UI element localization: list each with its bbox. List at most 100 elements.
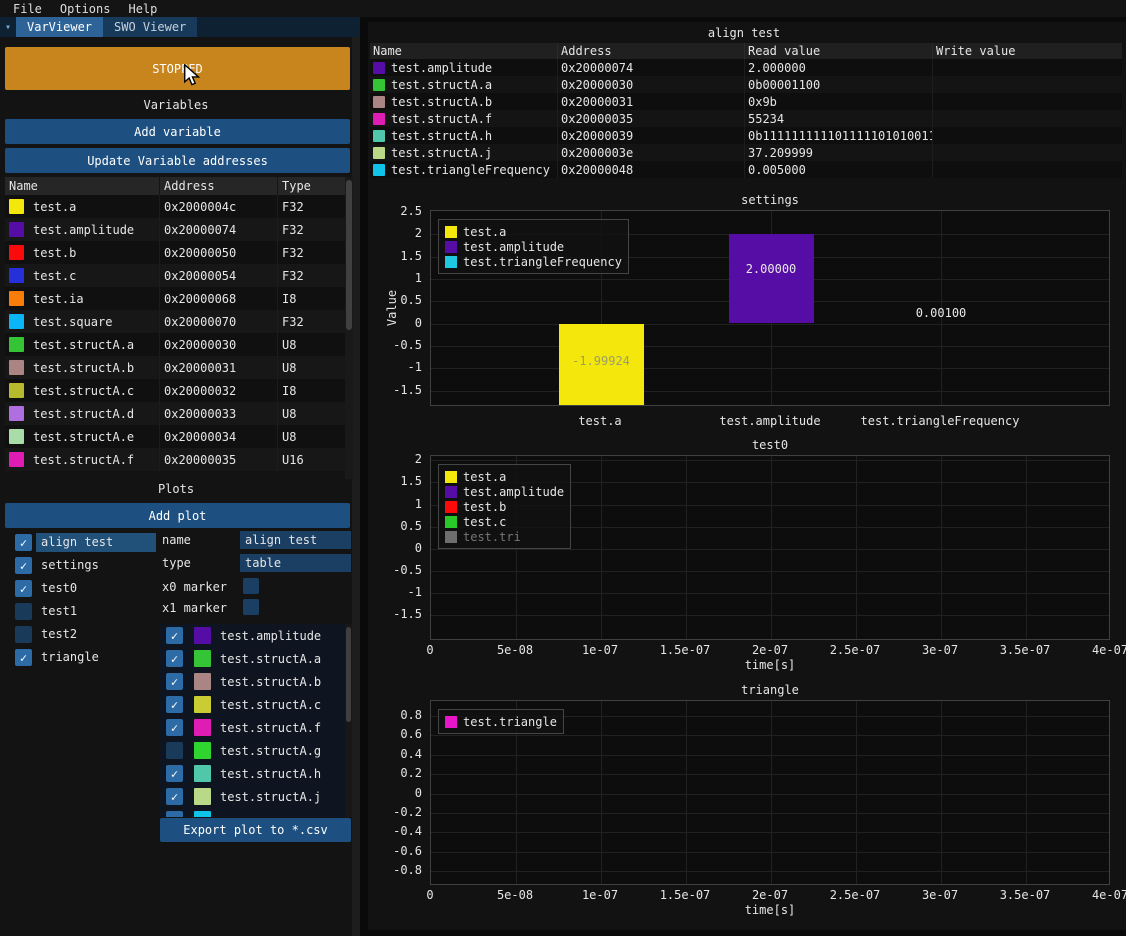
x1-marker-checkbox[interactable] [243,599,259,615]
plot-list-item-align-test[interactable]: ✓align test [5,531,156,554]
tab-swo-viewer[interactable]: SWO Viewer [103,17,197,37]
y-tick-label: 2 [368,452,422,466]
plot-name: test1 [36,602,156,621]
variable-row[interactable]: test.b0x20000050F32 [5,241,345,264]
legend-item-test-a[interactable]: test.a [445,469,564,484]
series-list-scrollbar[interactable] [345,624,352,817]
column-header-type[interactable]: Type [278,177,345,195]
window-menu-icon[interactable]: ▾ [0,17,16,37]
plot-list-item-settings[interactable]: ✓settings [5,554,156,577]
column-header-address[interactable]: Address [160,177,278,195]
series-color-swatch[interactable] [194,627,211,644]
legend-item-test-amplitude[interactable]: test.amplitude [445,239,622,254]
series-color-swatch[interactable] [194,673,211,690]
add-plot-button[interactable]: Add plot [5,503,350,528]
series-color-swatch[interactable] [194,696,211,713]
x0-marker-checkbox[interactable] [243,578,259,594]
x-tick-label: 2.5e-07 [815,643,895,657]
variable-row[interactable]: test.structA.e0x20000034U8 [5,425,345,448]
checkbox[interactable]: ✓ [166,673,183,690]
menu-file[interactable]: File [4,2,51,16]
checkbox[interactable] [166,742,183,759]
series-row-item[interactable]: ✓ [160,808,345,817]
series-row-test-structa-b[interactable]: ✓test.structA.b [160,670,345,693]
legend-item-test-triangle[interactable]: test.triangle [445,714,557,729]
series-row-test-structa-g[interactable]: test.structA.g [160,739,345,762]
color-swatch[interactable] [9,452,24,467]
panel-scrollbar[interactable] [352,37,360,936]
series-row-test-structa-a[interactable]: ✓test.structA.a [160,647,345,670]
scrollbar-thumb[interactable] [346,627,351,722]
checkbox[interactable]: ✓ [166,696,183,713]
series-row-test-structa-c[interactable]: ✓test.structA.c [160,693,345,716]
variable-row[interactable]: test.ia0x20000068I8 [5,287,345,310]
checkbox[interactable]: ✓ [166,788,183,805]
checkbox[interactable]: ✓ [166,765,183,782]
menu-help[interactable]: Help [119,2,166,16]
plot-list-item-test2[interactable]: test2 [5,623,156,646]
series-color-swatch[interactable] [194,719,211,736]
checkbox[interactable] [15,626,32,643]
variable-table-scrollbar[interactable] [345,177,353,479]
stopped-button[interactable]: STOPPED [5,47,350,90]
variable-row[interactable]: test.structA.b0x20000031U8 [5,356,345,379]
plot-type-combo[interactable]: table [240,554,351,572]
series-color-swatch[interactable] [194,788,211,805]
legend-item-test-c[interactable]: test.c [445,514,564,529]
legend-item-test-amplitude[interactable]: test.amplitude [445,484,564,499]
menu-options[interactable]: Options [51,2,120,16]
checkbox[interactable]: ✓ [15,649,32,666]
color-swatch[interactable] [9,406,24,421]
plot-list-item-test1[interactable]: test1 [5,600,156,623]
scrollbar-thumb[interactable] [346,180,352,330]
color-swatch[interactable] [9,291,24,306]
series-row-test-structa-f[interactable]: ✓test.structA.f [160,716,345,739]
series-color-swatch[interactable] [194,650,211,667]
checkbox[interactable]: ✓ [15,580,32,597]
check-icon: ✓ [171,722,178,734]
legend-item-test-a[interactable]: test.a [445,224,622,239]
series-color-swatch[interactable] [194,765,211,782]
tab-varviewer[interactable]: VarViewer [16,17,103,37]
plot-name-input[interactable]: align test [240,531,351,549]
variable-row[interactable]: test.square0x20000070F32 [5,310,345,333]
legend-item-test-b[interactable]: test.b [445,499,564,514]
update-addresses-button[interactable]: Update Variable addresses [5,148,350,173]
color-swatch[interactable] [9,222,24,237]
series-row-test-structa-j[interactable]: ✓test.structA.j [160,785,345,808]
plot-list-item-test0[interactable]: ✓test0 [5,577,156,600]
color-swatch[interactable] [9,268,24,283]
checkbox[interactable]: ✓ [15,534,32,551]
legend-item-test-tri[interactable]: test.tri [445,529,564,544]
color-swatch[interactable] [9,245,24,260]
checkbox[interactable]: ✓ [166,811,183,817]
color-swatch[interactable] [9,429,24,444]
export-csv-button[interactable]: Export plot to *.csv [160,818,351,842]
series-color-swatch[interactable] [194,742,211,759]
color-swatch[interactable] [9,199,24,214]
series-row-test-amplitude[interactable]: ✓test.amplitude [160,624,345,647]
checkbox[interactable]: ✓ [166,719,183,736]
variable-row[interactable]: test.structA.c0x20000032I8 [5,379,345,402]
color-swatch[interactable] [9,383,24,398]
color-swatch[interactable] [9,360,24,375]
column-header-name[interactable]: Name [5,177,160,195]
checkbox[interactable]: ✓ [166,627,183,644]
checkbox[interactable] [15,603,32,620]
color-swatch[interactable] [9,314,24,329]
variable-row[interactable]: test.structA.a0x20000030U8 [5,333,345,356]
plot-list-item-triangle[interactable]: ✓triangle [5,646,156,669]
variable-row[interactable]: test.structA.f0x20000035U16 [5,448,345,471]
variable-row[interactable]: test.structA.d0x20000033U8 [5,402,345,425]
variable-row[interactable]: test.c0x20000054F32 [5,264,345,287]
color-swatch[interactable] [9,337,24,352]
legend-item-test-trianglefrequency[interactable]: test.triangleFrequency [445,254,622,269]
series-color-swatch[interactable] [194,811,211,817]
checkbox[interactable]: ✓ [15,557,32,574]
variable-row[interactable]: test.amplitude0x20000074F32 [5,218,345,241]
variable-row[interactable]: test.a0x2000004cF32 [5,195,345,218]
series-row-test-structa-h[interactable]: ✓test.structA.h [160,762,345,785]
checkbox[interactable]: ✓ [166,650,183,667]
gridline [431,324,1109,325]
add-variable-button[interactable]: Add variable [5,119,350,144]
